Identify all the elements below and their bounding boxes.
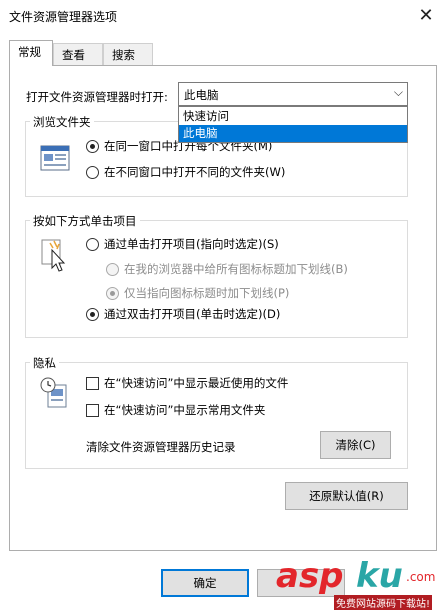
radio-new-window-label[interactable]: 在不同窗口中打开不同的文件夹(W) xyxy=(104,164,285,180)
open-with-label: 打开文件资源管理器时打开: xyxy=(26,90,168,104)
tab-search-label: 搜索 xyxy=(112,48,135,62)
checkbox-frequent-folders[interactable] xyxy=(86,404,99,417)
dropdown-option-this-pc[interactable]: 此电脑 xyxy=(179,125,407,142)
checkbox-recent-files[interactable] xyxy=(86,377,99,390)
radio-new-window[interactable] xyxy=(86,166,99,179)
dropdown-option-quick-access[interactable]: 快速访问 xyxy=(179,108,407,125)
radio-underline-hover-label[interactable]: 仅当指向图标标题时加下划线(P) xyxy=(124,285,289,301)
tab-general-label: 常规 xyxy=(18,45,41,59)
close-icon[interactable]: ✕ xyxy=(414,4,438,28)
radio-single-click[interactable] xyxy=(86,238,99,251)
radio-double-click-label[interactable]: 通过双击打开项目(单击时选定)(D) xyxy=(104,306,280,322)
radio-underline-always[interactable] xyxy=(106,263,119,276)
privacy-title: 隐私 xyxy=(30,355,59,371)
folder-window-icon xyxy=(40,145,70,174)
tab-general[interactable]: 常规 xyxy=(9,40,53,66)
watermark-logo: asp ku .com 免费网站源码下载站! xyxy=(276,556,444,610)
browse-folders-title: 浏览文件夹 xyxy=(30,114,94,130)
restore-defaults-button[interactable]: 还原默认值(R) xyxy=(285,482,408,510)
click-items-title: 按如下方式单击项目 xyxy=(30,213,140,229)
chevron-down-icon[interactable]: ⌵ xyxy=(394,85,403,100)
watermark-caption: 免费网站源码下载站! xyxy=(334,595,433,610)
history-document-icon xyxy=(40,377,70,412)
radio-double-click[interactable] xyxy=(86,308,99,321)
pointer-click-icon xyxy=(40,238,68,275)
open-with-combobox[interactable]: 此电脑 ⌵ xyxy=(178,82,408,106)
radio-same-window[interactable] xyxy=(86,140,99,153)
checkbox-recent-files-label[interactable]: 在“快速访问”中显示最近使用的文件 xyxy=(104,375,288,391)
open-with-dropdown: 快速访问 此电脑 xyxy=(178,106,408,143)
clear-button[interactable]: 清除(C) xyxy=(320,431,391,459)
window-title: 文件资源管理器选项 xyxy=(9,10,118,24)
tab-view[interactable]: 查看 xyxy=(53,43,103,65)
watermark-domain: .com xyxy=(406,570,436,584)
checkbox-frequent-folders-label[interactable]: 在“快速访问”中显示常用文件夹 xyxy=(104,402,265,418)
radio-underline-hover[interactable] xyxy=(106,287,119,300)
ok-button[interactable]: 确定 xyxy=(161,569,249,597)
tab-view-label: 查看 xyxy=(62,48,85,62)
clear-history-label: 清除文件资源管理器历史记录 xyxy=(86,440,236,454)
radio-underline-always-label[interactable]: 在我的浏览器中给所有图标标题加下划线(B) xyxy=(124,261,348,277)
watermark-brand-ku: ku xyxy=(356,556,403,596)
title-bar: 文件资源管理器选项 ✕ xyxy=(0,0,447,32)
watermark-brand-asp: asp xyxy=(276,556,344,596)
open-with-value: 此电脑 xyxy=(184,88,219,102)
radio-single-click-label[interactable]: 通过单击打开项目(指向时选定)(S) xyxy=(104,236,279,252)
tab-search[interactable]: 搜索 xyxy=(103,43,153,65)
